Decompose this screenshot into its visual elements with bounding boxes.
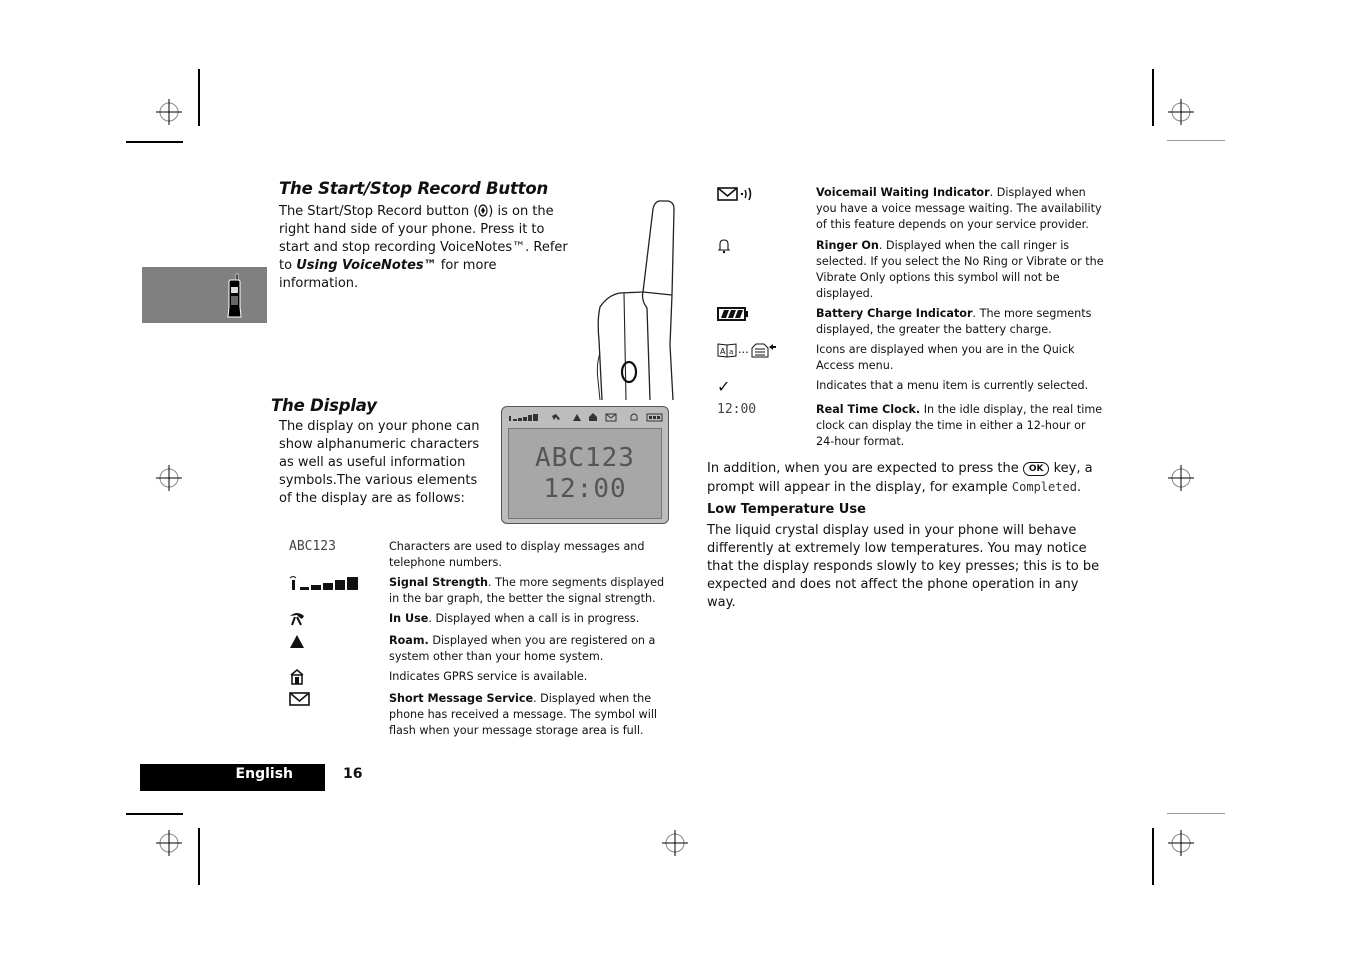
subheading-low-temperature: Low Temperature Use [707,502,866,517]
roam-icon [573,414,581,421]
ok-key-icon: OK [1022,462,1050,476]
crop-line [1152,69,1154,126]
lcd-status-bar [506,410,664,426]
lcd-line-1: ABC123 [535,443,635,473]
crop-line [198,828,200,885]
registration-mark-icon [156,99,182,125]
language-label: English [235,766,293,782]
registration-mark-icon [1168,99,1194,125]
registration-mark-icon [156,465,182,491]
checkmark-icon: ✓ [717,377,731,396]
using-voicenotes-link[interactable]: Using VoiceNotes™ [296,258,436,273]
svg-text:A: A [720,347,726,356]
crop-line [126,141,183,143]
signal-antenna-icon [509,416,511,421]
completed-prompt-example: Completed [1011,480,1077,494]
registration-mark-icon [1168,465,1194,491]
section-tab [142,267,267,323]
clock-sample: 12:00 [717,402,757,417]
battery-icon [717,307,748,321]
lcd-screen: ABC123 12:00 [508,428,662,519]
roam-icon [290,635,304,648]
section-heading-display: The Display [271,396,377,415]
mobile-phone-icon [227,273,242,318]
ok-key-paragraph: In addition, when you are expected to pr… [707,461,1093,495]
messages-icon [751,343,776,358]
low-temperature-paragraph: The liquid crystal display used in your … [707,523,1100,610]
voicemail-icon [717,187,752,201]
crop-line [1167,140,1225,141]
section-heading-start-stop: The Start/Stop Record Button [279,179,549,198]
language-footer-bar: English [140,764,325,791]
in-use-icon [290,613,304,626]
gprs-icon [290,669,304,685]
in-use-icon [552,414,560,420]
crop-line [1152,828,1154,885]
lcd-status-icons [509,413,663,422]
crop-line [198,69,200,126]
bell-icon [630,413,638,421]
start-stop-paragraph: The Start/Stop Record button () is on th… [279,204,568,291]
crop-line [126,813,183,815]
registration-mark-icon [1168,830,1194,856]
phonebook-icon: Aa [717,343,737,358]
gprs-icon [589,413,597,421]
registration-mark-icon [662,830,688,856]
svg-text:a: a [729,348,733,356]
envelope-icon [289,692,310,706]
lcd-line-2: 12:00 [543,474,627,504]
characters-sample: ABC123 [289,539,336,554]
bell-icon [717,239,731,254]
crop-line [1167,813,1225,814]
page-number: 16 [343,766,363,782]
display-intro-paragraph: The display on your phone can show alpha… [279,419,480,506]
registration-mark-icon [156,830,182,856]
quick-access-icon: Aa ... [717,342,776,358]
phone-side-illustration [596,200,675,401]
signal-strength-icon [289,576,358,590]
lcd-display-illustration: ABC123 12:00 [501,406,669,524]
record-button-icon [478,204,488,217]
